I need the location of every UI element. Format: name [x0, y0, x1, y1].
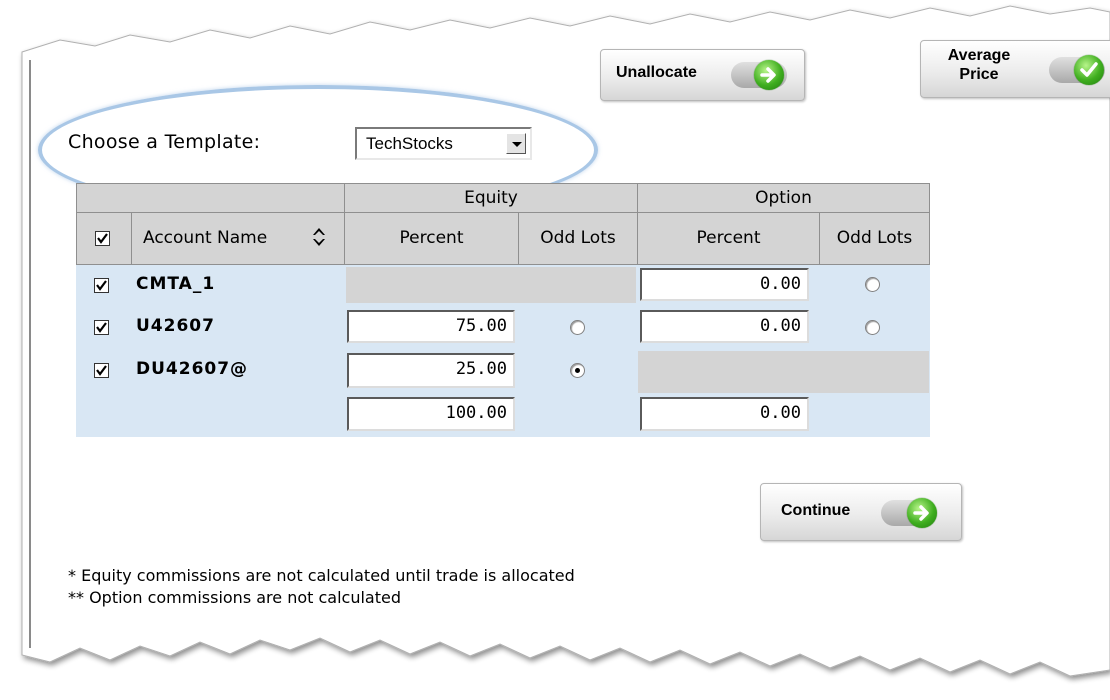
- sort-icon: [313, 228, 325, 246]
- equity-percent-input[interactable]: 25.00: [347, 353, 515, 388]
- continue-label: Continue: [781, 502, 851, 519]
- equity-percent-header: Percent: [344, 212, 519, 265]
- option-odd-lots-header: Odd Lots: [819, 212, 930, 265]
- option-group-header: Option: [637, 183, 930, 213]
- footnote-option: ** Option commissions are not calculated: [68, 588, 401, 607]
- template-select[interactable]: TechStocks: [355, 127, 532, 160]
- account-name: CMTA_1: [136, 274, 216, 294]
- option-percent-input[interactable]: 0.00: [640, 310, 809, 343]
- checkmark-icon: [1074, 55, 1104, 85]
- equity-group-header: Equity: [344, 183, 638, 213]
- option-odd-lot-radio[interactable]: [865, 320, 880, 335]
- average-price-label-line2: Price: [959, 66, 999, 83]
- option-disabled-cell: [638, 351, 929, 393]
- row-checkbox[interactable]: [94, 278, 109, 293]
- row-checkbox[interactable]: [94, 363, 109, 378]
- average-price-button[interactable]: Average Price: [920, 40, 1110, 98]
- continue-button[interactable]: Continue: [760, 483, 962, 541]
- equity-odd-lot-radio[interactable]: [570, 363, 585, 378]
- option-percent-header: Percent: [637, 212, 820, 265]
- footnote-equity: * Equity commissions are not calculated …: [68, 566, 575, 585]
- chevron-down-icon[interactable]: [506, 133, 526, 154]
- radio-selected-dot: [575, 368, 580, 373]
- average-price-label-line1: Average: [947, 47, 1011, 64]
- average-price-label: Average Price: [939, 46, 1019, 84]
- arrow-right-icon: [754, 60, 784, 90]
- equity-total: 100.00: [347, 397, 515, 431]
- account-name: DU42607@: [136, 359, 249, 379]
- option-total: 0.00: [640, 397, 809, 431]
- equity-percent-input[interactable]: 75.00: [347, 310, 515, 343]
- template-select-value: TechStocks: [366, 134, 453, 153]
- header-blank: [76, 183, 345, 213]
- account-name-header-label: Account Name: [143, 228, 268, 248]
- option-odd-lot-radio[interactable]: [865, 277, 880, 292]
- select-all-checkbox[interactable]: [95, 231, 110, 246]
- select-all-header: [76, 212, 132, 265]
- arrow-right-icon: [907, 498, 937, 528]
- row-checkbox[interactable]: [94, 320, 109, 335]
- equity-odd-lots-header: Odd Lots: [518, 212, 638, 265]
- unallocate-label: Unallocate: [616, 64, 697, 81]
- account-name-header[interactable]: Account Name: [131, 212, 345, 265]
- unallocate-button[interactable]: Unallocate: [600, 49, 805, 101]
- option-percent-input[interactable]: 0.00: [640, 268, 809, 301]
- account-name: U42607: [136, 316, 215, 336]
- template-label: Choose a Template:: [68, 131, 261, 153]
- equity-disabled-cell: [346, 267, 636, 303]
- equity-odd-lot-radio[interactable]: [570, 320, 585, 335]
